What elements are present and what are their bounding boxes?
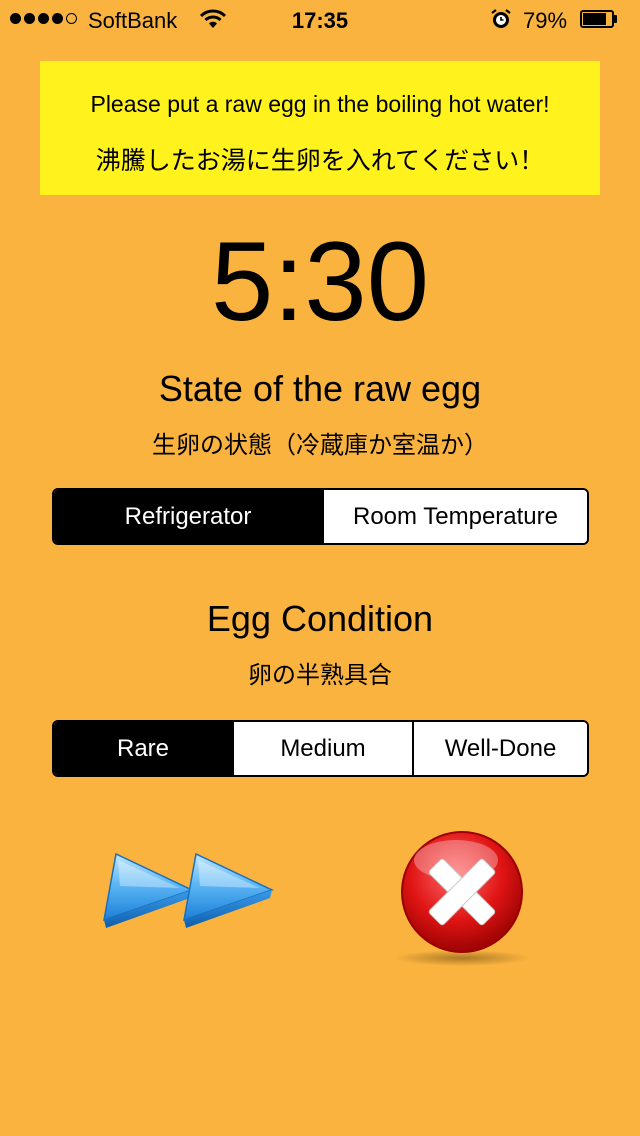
start-button[interactable]	[100, 846, 280, 936]
battery-percentage: 79%	[523, 8, 568, 33]
segment-medium[interactable]: Medium	[232, 722, 412, 775]
segment-well-done[interactable]: Well-Done	[412, 722, 587, 775]
fast-forward-icon	[103, 852, 274, 928]
segment-refrigerator[interactable]: Refrigerator	[54, 490, 322, 543]
egg-state-title: State of the raw egg	[158, 368, 482, 409]
instruction-text-en: Please put a raw egg in the boiling hot …	[90, 91, 550, 117]
instruction-banner: Please put a raw egg in the boiling hot …	[40, 61, 600, 195]
egg-condition-selector: Rare Medium Well-Done	[52, 720, 589, 777]
egg-state-selector: Refrigerator Room Temperature	[52, 488, 589, 545]
countdown-timer: 5:30	[211, 219, 429, 344]
segment-room-temperature[interactable]: Room Temperature	[322, 490, 587, 543]
segment-rare[interactable]: Rare	[54, 722, 232, 775]
status-bar: SoftBank 17:35 79%	[0, 0, 640, 40]
egg-state-subtitle: 生卵の状態（冷蔵庫か室温か）	[152, 432, 488, 459]
egg-condition-title: Egg Condition	[206, 598, 434, 639]
alarm-icon	[490, 8, 512, 36]
cancel-button[interactable]	[390, 826, 535, 971]
instruction-text-jp: 沸騰したお湯に生卵を入れてください！	[95, 147, 545, 175]
battery-icon	[580, 10, 618, 28]
egg-condition-subtitle: 卵の半熟具合	[248, 662, 392, 689]
cancel-x-icon	[394, 831, 530, 966]
